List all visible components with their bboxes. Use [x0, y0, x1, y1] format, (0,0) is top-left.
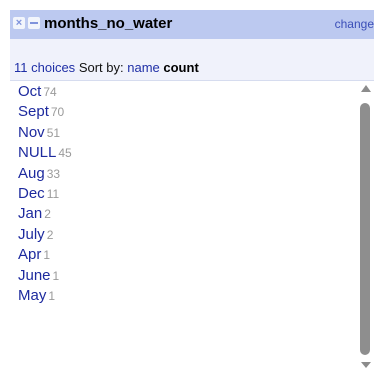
sort-by-count-active: count	[163, 60, 199, 75]
facet-header: × months_no_water change	[10, 10, 374, 39]
choice-count: 51	[46, 125, 61, 140]
choice-item[interactable]: July 2	[10, 225, 358, 245]
sort-by-name-link[interactable]: name	[127, 60, 160, 75]
choice-count: 74	[43, 85, 57, 99]
choices-count-link[interactable]: 11 choices	[14, 60, 75, 75]
choice-count: 1	[43, 248, 51, 263]
facet-panel: × months_no_water change 11 choices Sort…	[10, 10, 374, 368]
choice-name[interactable]: May	[18, 287, 46, 304]
choice-count: 70	[50, 105, 65, 120]
choice-item[interactable]: Sept 70	[10, 102, 358, 122]
close-icon[interactable]: ×	[13, 17, 25, 29]
choice-count: 11	[46, 186, 60, 201]
choice-count: 45	[58, 146, 72, 161]
facet-controls: 11 choices Sort by: name count	[10, 39, 374, 81]
minimize-icon[interactable]	[28, 17, 40, 29]
scrollbar[interactable]	[360, 84, 374, 370]
change-link[interactable]: change	[335, 16, 374, 32]
choice-list: Oct 74 Sept 70 Nov 51 NULL 45 Aug 33 Dec 11 Jan 2 July…	[10, 82, 358, 368]
choice-item[interactable]: Dec 11	[10, 184, 358, 204]
choice-item[interactable]: June 1	[10, 266, 358, 286]
choice-name[interactable]: Dec	[18, 185, 45, 202]
choice-name[interactable]: Jan	[18, 205, 42, 222]
choice-name[interactable]: Aug	[18, 165, 45, 182]
choice-count: 33	[46, 166, 61, 181]
choice-name[interactable]: Nov	[18, 124, 45, 141]
choice-count: 1	[48, 288, 56, 303]
choice-item[interactable]: NULL 45	[10, 143, 358, 163]
choice-name[interactable]: June	[18, 267, 51, 284]
choice-name[interactable]: Apr	[18, 246, 41, 263]
scroll-down-arrow-icon[interactable]	[361, 362, 371, 368]
choice-count: 2	[44, 207, 51, 222]
choice-count: 2	[46, 227, 54, 242]
choice-item[interactable]: Nov 51	[10, 123, 358, 143]
choice-name[interactable]: July	[18, 226, 45, 243]
scroll-thumb[interactable]	[360, 103, 370, 355]
choice-item[interactable]: Jan 2	[10, 204, 358, 224]
choice-count: 1	[52, 268, 60, 283]
choice-item[interactable]: Aug 33	[10, 164, 358, 184]
choice-name[interactable]: Sept	[18, 103, 49, 120]
facet-title: months_no_water	[44, 15, 173, 32]
choice-item[interactable]: May 1	[10, 286, 358, 306]
choice-item[interactable]: Oct 74	[10, 82, 358, 102]
choice-name[interactable]: NULL	[18, 144, 56, 161]
scroll-up-arrow-icon[interactable]	[361, 85, 371, 92]
choice-item[interactable]: Apr 1	[10, 245, 358, 265]
sort-by-label: Sort by:	[78, 60, 124, 75]
choice-name[interactable]: Oct	[18, 83, 41, 100]
